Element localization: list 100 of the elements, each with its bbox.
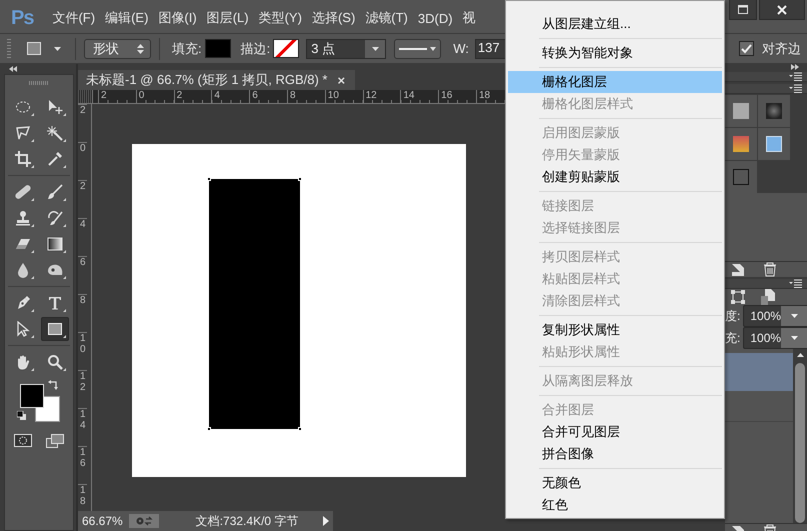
sponge-icon [47, 262, 63, 278]
stroke-color-swatch[interactable] [273, 39, 300, 58]
style-swatch[interactable] [733, 136, 749, 152]
fill-label: 充: [725, 330, 740, 346]
rectangle-tool-tool[interactable] [41, 317, 69, 341]
line-style-icon [399, 48, 428, 50]
transform-handle[interactable] [207, 177, 211, 181]
corner-triangle-icon [31, 276, 34, 279]
color-swatches-drawing[interactable] [20, 384, 58, 420]
document-title: 未标题-1 @ 66.7% (矩形 1 拷贝, RGB/8) * [86, 71, 328, 89]
ruler-label: 0 [78, 142, 87, 180]
fill-color-swatch[interactable] [204, 39, 231, 58]
corner-triangle-icon [63, 198, 66, 201]
corner-triangle-icon [31, 368, 34, 371]
transform-handle[interactable] [298, 427, 302, 431]
panel-menu-icon[interactable] [789, 279, 802, 288]
close-icon [777, 4, 787, 14]
opacity-field[interactable]: 100% [743, 305, 807, 327]
rectangle-tool-icon [47, 321, 63, 337]
trash-icon[interactable] [763, 262, 777, 277]
fill-label: 填充: [172, 40, 202, 58]
panel-menu-icon[interactable] [789, 84, 802, 93]
transform-handle[interactable] [298, 177, 302, 181]
menu-item[interactable]: 无颜色 [508, 472, 722, 494]
updown-icon [137, 44, 144, 54]
style-swatch[interactable] [733, 169, 749, 185]
play-icon [323, 516, 329, 526]
close-button[interactable] [759, 0, 805, 20]
menu-item[interactable]: 3D(D) [412, 8, 458, 28]
scroll-up-icon[interactable] [796, 353, 804, 357]
caret-icon [430, 46, 436, 50]
style-swatch[interactable] [766, 103, 782, 119]
corner-triangle-icon [31, 198, 34, 201]
ruler-label: 4 [211, 90, 250, 103]
menu-item[interactable]: 编辑(E) [100, 8, 154, 28]
menu-item[interactable]: 滤镜(T) [360, 8, 413, 28]
stroke-type-dropdown[interactable] [394, 38, 442, 58]
ruler-label: 16 [438, 90, 476, 103]
caret-icon [790, 336, 798, 340]
menu-item[interactable]: 选择(S) [306, 8, 360, 28]
history-brush-icon [47, 210, 63, 226]
scrollbar[interactable] [793, 349, 807, 523]
transform-frame-icon[interactable] [731, 290, 745, 304]
collapse-icon[interactable] [9, 66, 17, 72]
menu-item[interactable]: 创建剪贴蒙版 [508, 166, 722, 188]
magnifier-icon [47, 354, 63, 370]
menu-item[interactable]: 图像(I) [153, 8, 202, 28]
quick-mask-icon[interactable] [14, 434, 32, 447]
menu-item[interactable]: 拼合图像 [508, 443, 722, 465]
status-options-button[interactable] [128, 514, 159, 528]
align-edges-checkbox[interactable] [739, 41, 754, 56]
menu-item[interactable]: 红色 [508, 494, 722, 516]
menu-item[interactable]: 复制形状属性 [508, 319, 722, 341]
arrow-cursor-icon [15, 321, 31, 337]
caret-icon [790, 314, 798, 318]
tab-close-button[interactable]: × [337, 72, 346, 88]
document-tab[interactable]: 未标题-1 @ 66.7% (矩形 1 拷贝, RGB/8) * × [78, 70, 356, 90]
ruler-label: 10 [78, 332, 87, 370]
shape-mode-dropdown[interactable]: 形状 [84, 38, 151, 58]
corner-triangle-icon [63, 139, 66, 142]
swap-arrows-icon[interactable] [48, 380, 58, 390]
stroke-width-field[interactable]: 3 点 [306, 38, 386, 58]
menu-item[interactable]: 类型(Y) [254, 8, 307, 28]
menu-item[interactable]: 图层(L) [202, 8, 254, 28]
water-drop-icon [15, 262, 31, 278]
page-icon[interactable] [761, 289, 775, 305]
menu-item[interactable]: 视 [458, 8, 481, 28]
corner-triangle-icon [31, 224, 34, 227]
rectangle-tool-icon[interactable] [27, 42, 41, 55]
transform-handle[interactable] [207, 427, 211, 431]
width-label: W: [453, 41, 469, 56]
panel-menu-icon[interactable] [789, 72, 802, 81]
crop-icon [15, 151, 31, 167]
new-item-icon[interactable] [731, 262, 745, 276]
menu-item[interactable]: 从图层建立组... [508, 13, 722, 35]
ruler-label: 8 [78, 294, 87, 332]
corner-triangle-icon [63, 335, 66, 338]
corner-triangle-icon [31, 250, 34, 253]
caret-icon[interactable] [54, 46, 61, 50]
menu-item[interactable]: 合并可见图层 [508, 421, 722, 443]
maximize-button[interactable] [729, 0, 757, 20]
app-logo: Ps [11, 7, 34, 30]
gear-icon [134, 516, 153, 526]
ruler-label: 2 [98, 90, 136, 103]
corner-triangle-icon [63, 250, 66, 253]
stamp-icon [15, 210, 31, 226]
fill-field[interactable]: 100% [743, 327, 807, 349]
ruler-label: 2 [174, 90, 212, 103]
corner-triangle-icon [31, 113, 34, 116]
ruler-label: 6 [249, 90, 287, 103]
menu-item[interactable]: 文件(F) [47, 8, 100, 28]
style-swatch[interactable] [733, 103, 749, 119]
default-colors-icon[interactable] [17, 411, 26, 420]
ruler-label: 18 [78, 484, 87, 507]
lasso-icon [15, 125, 31, 141]
ruler-label: 6 [78, 256, 87, 294]
menu-item[interactable]: 栅格化图层 [508, 71, 722, 93]
screen-mode-icon[interactable] [46, 434, 64, 448]
corner-triangle-icon [31, 335, 34, 338]
ruler-label: 8 [286, 90, 325, 103]
